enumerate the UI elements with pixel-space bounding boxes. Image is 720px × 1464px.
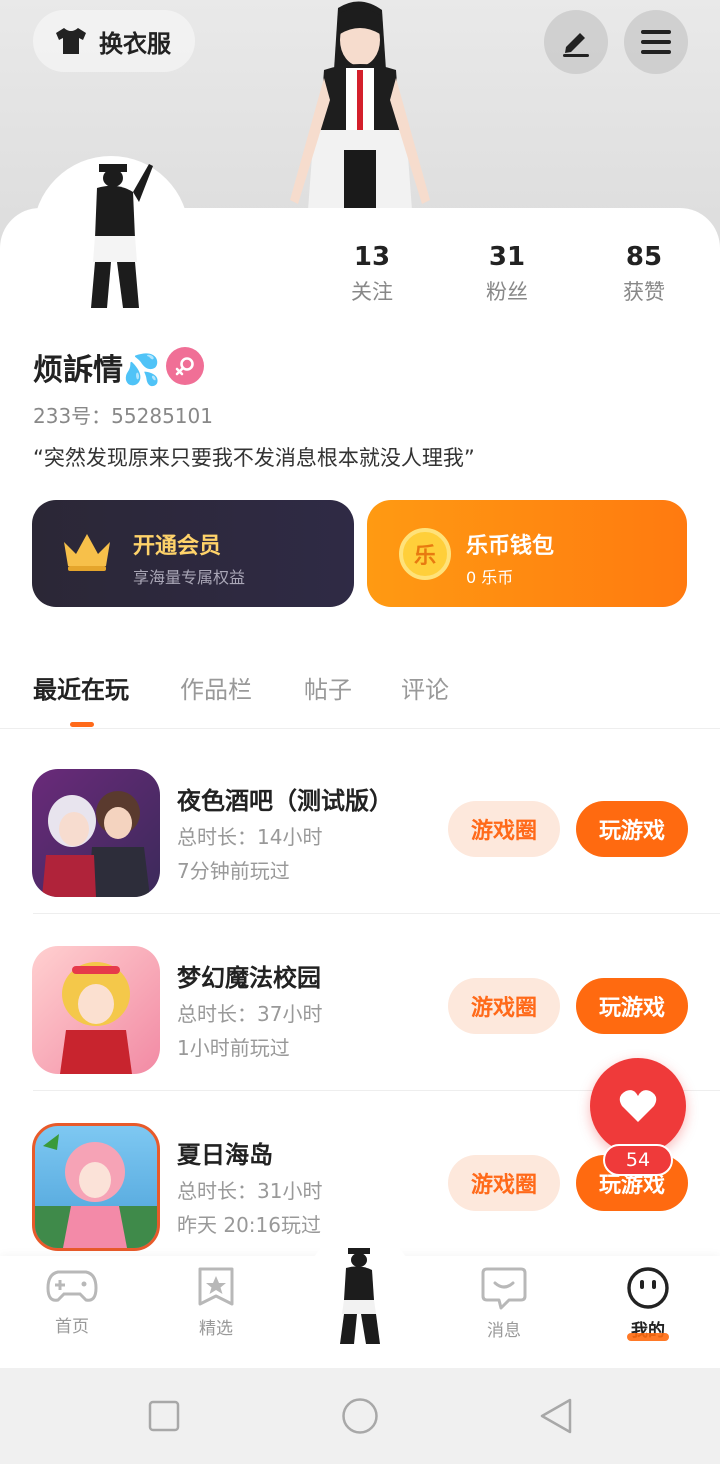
nav-item-home[interactable]: 首页 xyxy=(24,1266,120,1337)
stat-followers-count: 31 xyxy=(488,242,526,272)
user-id: 233号：55285101 xyxy=(33,404,213,428)
game-circle-button[interactable]: 游戏圈 xyxy=(448,1155,560,1211)
game-icon-summer-island[interactable] xyxy=(32,1123,160,1251)
vip-subtitle: 享海量专属权益 xyxy=(133,568,246,587)
stat-followers-label: 粉丝 xyxy=(486,280,528,304)
game-circle-button[interactable]: 游戏圈 xyxy=(448,978,560,1034)
avatar xyxy=(91,164,153,308)
game-name: 夏日海岛 xyxy=(177,1141,273,1169)
avatar-icon xyxy=(340,1248,380,1344)
stat-following-count: 13 xyxy=(353,242,391,272)
menu-button[interactable] xyxy=(624,10,688,74)
pencil-icon xyxy=(563,33,589,57)
game-name: 夜色酒吧（测试版） xyxy=(177,787,393,815)
game-circle-button[interactable]: 游戏圈 xyxy=(448,801,560,857)
list-item: 夜色酒吧（测试版） 总时长：14小时 7分钟前玩过 游戏圈 玩游戏 xyxy=(0,737,720,914)
game-cover-art xyxy=(60,962,132,1074)
stat-following-label: 关注 xyxy=(351,280,393,304)
tabs-divider xyxy=(0,728,720,729)
game-icon-magic-campus[interactable] xyxy=(32,946,160,1074)
tshirt-icon xyxy=(56,28,86,54)
game-cover-art xyxy=(42,791,150,897)
face-icon xyxy=(627,1267,669,1309)
system-navigation-bar xyxy=(0,1368,720,1464)
character-avatar-large xyxy=(290,1,430,210)
coin-glyph: 乐 xyxy=(413,544,436,569)
crown-icon xyxy=(64,534,110,571)
star-bookmark-icon xyxy=(198,1267,234,1306)
game-icon-night-bar[interactable] xyxy=(32,769,160,897)
gender-female-icon xyxy=(166,347,204,385)
home-circle-icon[interactable] xyxy=(341,1397,379,1435)
nav-item-featured[interactable]: 精选 xyxy=(168,1266,264,1339)
game-duration: 总时长：31小时 xyxy=(177,1179,323,1203)
chat-bubble-icon xyxy=(481,1267,527,1310)
game-duration: 总时长：14小时 xyxy=(177,825,323,849)
stat-followers[interactable]: 31 粉丝 xyxy=(452,240,562,306)
active-tab-indicator xyxy=(70,722,94,727)
recent-apps-icon[interactable] xyxy=(148,1400,180,1432)
edit-profile-button[interactable] xyxy=(544,10,608,74)
user-bio: “突然发现原来只要我不发消息根本就没人理我” xyxy=(33,446,475,470)
game-cover-art xyxy=(35,1134,157,1248)
game-name: 梦幻魔法校园 xyxy=(177,964,321,992)
play-game-button[interactable]: 玩游戏 xyxy=(576,801,688,857)
tab-comments[interactable]: 评论 xyxy=(401,670,449,705)
favorite-count-badge: 54 xyxy=(603,1144,673,1176)
tab-works[interactable]: 作品栏 xyxy=(180,670,252,705)
game-last-played: 1小时前玩过 xyxy=(177,1036,290,1060)
play-game-button[interactable]: 玩游戏 xyxy=(576,978,688,1034)
tab-posts[interactable]: 帖子 xyxy=(304,670,352,705)
stat-following[interactable]: 13 关注 xyxy=(317,240,427,306)
change-outfit-label: 换衣服 xyxy=(99,29,171,58)
avatar-frame[interactable] xyxy=(33,156,189,312)
coin-icon: 乐 xyxy=(399,528,451,580)
nav-label-messages: 消息 xyxy=(487,1321,521,1341)
wallet-title: 乐币钱包 xyxy=(466,534,555,559)
game-last-played: 昨天 20:16玩过 xyxy=(177,1213,321,1237)
nav-item-avatar[interactable] xyxy=(312,1246,408,1350)
back-triangle-icon[interactable] xyxy=(538,1397,574,1435)
username: 烦訴情💦 xyxy=(33,353,161,388)
nav-label-featured: 精选 xyxy=(199,1319,233,1339)
vip-membership-card[interactable]: 开通会员 享海量专属权益 xyxy=(32,500,354,607)
tab-recently-played[interactable]: 最近在玩 xyxy=(33,670,129,705)
vip-title: 开通会员 xyxy=(133,534,222,559)
change-outfit-button[interactable]: 换衣服 xyxy=(33,10,195,72)
wallet-balance: 0 乐币 xyxy=(466,568,514,587)
nav-label-home: 首页 xyxy=(55,1317,89,1337)
favorite-fab-button[interactable] xyxy=(590,1058,686,1154)
stat-likes[interactable]: 85 获赞 xyxy=(589,240,699,306)
game-last-played: 7分钟前玩过 xyxy=(177,859,290,883)
nav-item-messages[interactable]: 消息 xyxy=(456,1266,552,1341)
game-duration: 总时长：37小时 xyxy=(177,1002,323,1026)
gamepad-icon xyxy=(46,1270,98,1302)
active-nav-underline xyxy=(627,1333,669,1341)
stat-likes-label: 获赞 xyxy=(623,280,665,304)
wallet-card[interactable]: 乐 乐币钱包 0 乐币 xyxy=(367,500,687,607)
heart-icon xyxy=(619,1090,657,1122)
stat-likes-count: 85 xyxy=(625,242,663,272)
hamburger-menu-icon xyxy=(641,30,671,54)
nav-item-me[interactable]: 我的 xyxy=(600,1266,696,1341)
